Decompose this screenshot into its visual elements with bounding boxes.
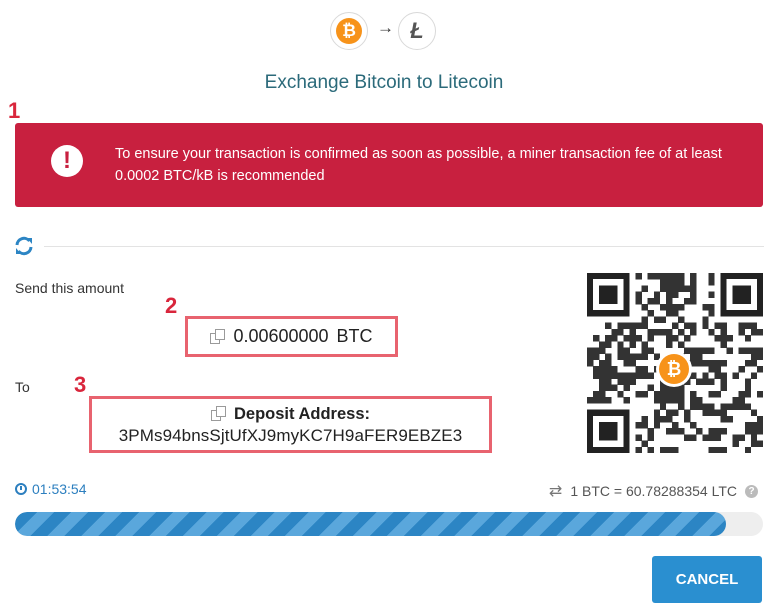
annotation-marker-2: 2 bbox=[165, 293, 178, 318]
progress-fill bbox=[15, 512, 726, 536]
page-title: Exchange Bitcoin to Litecoin bbox=[264, 72, 504, 93]
rate-value: 1 BTC = 60.78288354 LTC bbox=[570, 483, 737, 499]
annotation-marker-3: 3 bbox=[74, 372, 87, 397]
swap-arrows-icon: ⇄ bbox=[548, 483, 563, 500]
deposit-address-box[interactable]: Deposit Address: 3PMs94bnsSjtUfXJ9myKC7H… bbox=[89, 396, 492, 453]
qr-bitcoin-icon: ₿ bbox=[656, 351, 692, 387]
countdown-timer: 01:53:54 bbox=[15, 481, 87, 497]
bitcoin-icon: ₿ bbox=[330, 12, 368, 50]
to-label: To bbox=[15, 379, 30, 395]
arrow-icon: → bbox=[377, 18, 394, 37]
alert-text: To ensure your transaction is confirmed … bbox=[115, 146, 722, 184]
litecoin-icon: Ł bbox=[398, 12, 436, 50]
deposit-address-heading: Deposit Address: bbox=[234, 404, 370, 423]
copy-icon[interactable] bbox=[210, 328, 226, 345]
exchange-rate: ⇄ 1 BTC = 60.78288354 LTC ? bbox=[549, 481, 758, 501]
annotation-marker-1: 1 bbox=[8, 98, 21, 123]
clock-icon bbox=[15, 483, 27, 495]
timer-value: 01:53:54 bbox=[32, 481, 87, 497]
amount-currency: BTC bbox=[336, 326, 373, 346]
refresh-icon[interactable] bbox=[14, 236, 34, 256]
amount-value: 0.00600000 bbox=[233, 326, 329, 346]
cancel-button[interactable]: CANCEL bbox=[652, 556, 762, 603]
fee-warning-alert: ! To ensure your transaction is confirme… bbox=[15, 123, 763, 207]
send-amount-label: Send this amount bbox=[15, 280, 124, 296]
divider bbox=[44, 246, 764, 247]
deposit-address-value: 3PMs94bnsSjtUfXJ9myKC7H9aFER9EBZE3 bbox=[118, 426, 463, 445]
amount-box[interactable]: 0.00600000 BTC bbox=[185, 316, 398, 357]
help-icon[interactable]: ? bbox=[745, 484, 758, 498]
progress-bar bbox=[15, 512, 763, 536]
copy-icon[interactable] bbox=[211, 406, 227, 422]
exclamation-icon: ! bbox=[51, 145, 83, 177]
